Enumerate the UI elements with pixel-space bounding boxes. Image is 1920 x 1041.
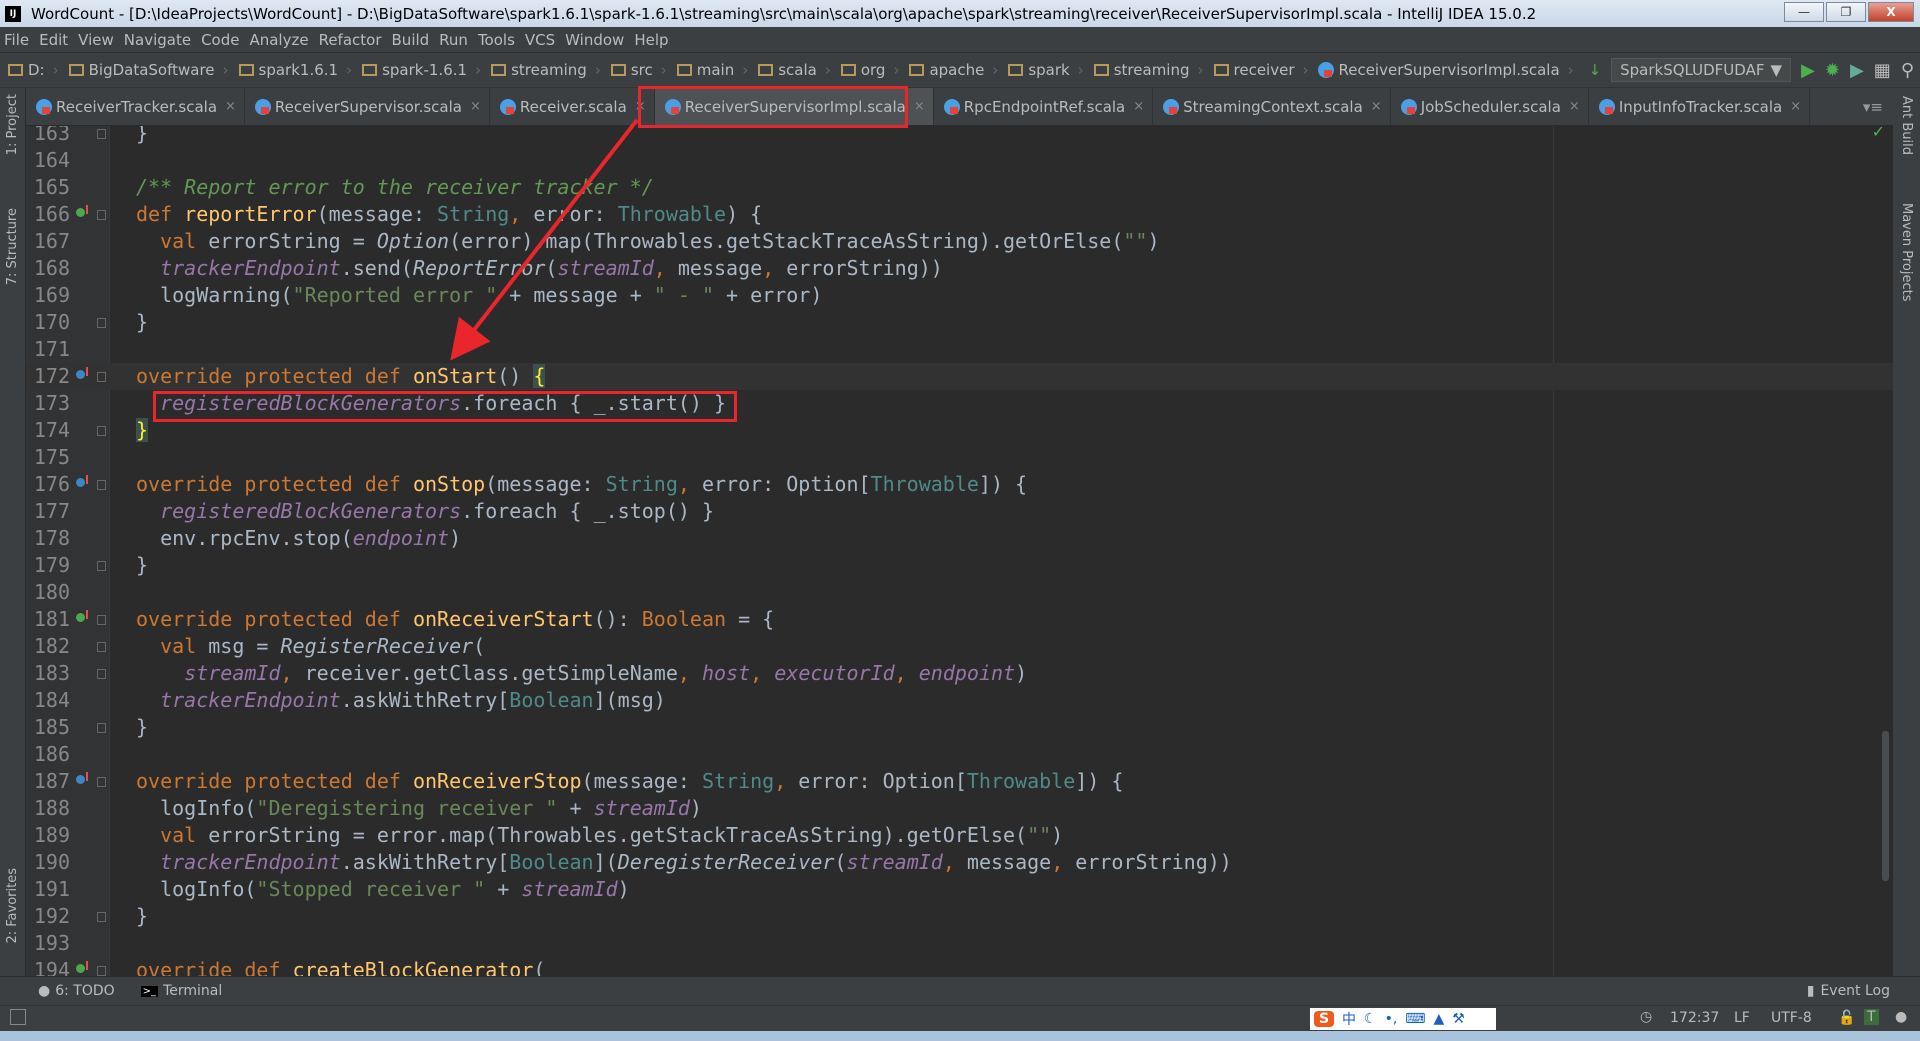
- windows-taskbar: [0, 1031, 1920, 1041]
- file-encoding[interactable]: UTF-8: [1771, 1010, 1812, 1026]
- shirt-icon[interactable]: ▲: [1434, 1011, 1445, 1027]
- keyboard-icon[interactable]: ⌨: [1405, 1011, 1425, 1027]
- wrench-icon[interactable]: ⚒: [1452, 1011, 1465, 1027]
- bottom-tool-strip: ● 6: TODO >_ Terminal ▮ Event Log: [0, 976, 1920, 1005]
- memory-indicator-icon[interactable]: ◷: [1640, 1009, 1652, 1025]
- hector-icon[interactable]: ●: [1895, 1009, 1907, 1025]
- sogou-logo: S: [1314, 1011, 1334, 1027]
- punctuation-icon[interactable]: •,: [1385, 1011, 1398, 1027]
- lock-icon[interactable]: 🔓: [1838, 1010, 1855, 1026]
- terminal-icon: >_: [140, 985, 159, 997]
- tool-window-todo[interactable]: 6: TODO: [55, 983, 114, 999]
- toggle-tool-windows-icon[interactable]: [10, 1009, 26, 1025]
- moon-icon[interactable]: ☾: [1364, 1011, 1377, 1027]
- inspector-icon[interactable]: T: [1864, 1009, 1879, 1025]
- ime-mode-chinese[interactable]: 中: [1342, 1009, 1356, 1029]
- line-separator[interactable]: LF: [1734, 1010, 1750, 1026]
- ime-toolbar[interactable]: S 中 ☾ •, ⌨ ▲ ⚒: [1310, 1008, 1496, 1030]
- caret-position[interactable]: 172:37: [1670, 1010, 1719, 1026]
- status-bar: S 中 ☾ •, ⌨ ▲ ⚒ ◷ 172:37 LF UTF-8 🔓 T ●: [0, 1005, 1920, 1031]
- todo-icon: ●: [38, 983, 51, 999]
- tool-window-terminal[interactable]: Terminal: [163, 983, 222, 999]
- event-log-button[interactable]: Event Log: [1820, 983, 1890, 999]
- event-log-icon: ▮: [1806, 983, 1815, 999]
- annotation-arrow: [450, 118, 639, 361]
